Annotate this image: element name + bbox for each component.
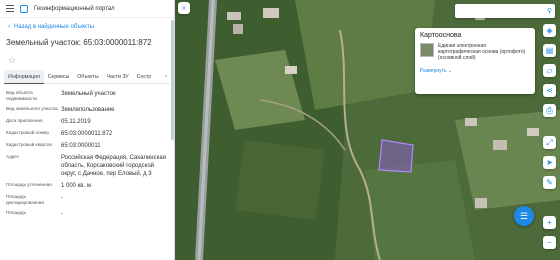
tab-info[interactable]: Информация — [4, 69, 44, 84]
favorite-star-icon[interactable]: ☆ — [0, 50, 174, 70]
back-link[interactable]: ‹ Назад в найденные объекты — [0, 18, 174, 36]
chat-button[interactable]: ☰ — [514, 206, 534, 226]
property-key: Вид земельного участка — [6, 106, 58, 111]
chevron-down-icon: ⌄ — [447, 68, 453, 74]
properties-list: Вид объекта недвижимости Земельный участо… — [0, 84, 174, 218]
zoom-in-button[interactable]: + — [543, 216, 556, 229]
tab-objects[interactable]: Объекты — [73, 70, 102, 84]
logo-icon — [20, 4, 28, 13]
property-row: Адрес Российская Федерация, Сахалинская о… — [6, 154, 168, 178]
property-value: 65:03:0000011 — [61, 143, 101, 149]
zoom-out-button[interactable]: − — [543, 236, 556, 249]
property-value: 65:03:0000011:872 — [61, 131, 113, 137]
menu-icon[interactable] — [6, 5, 14, 12]
property-row: Вид земельного участка Землепользование — [6, 106, 168, 114]
pen-icon: ✎ — [546, 178, 553, 187]
expand-link[interactable]: Развернуть ⌄ — [420, 68, 530, 74]
property-row: Кадастровый квартал 65:03:0000011 — [6, 142, 168, 150]
info-panel: Геоинформационный портал ‹ Назад в найде… — [0, 0, 175, 260]
property-key: Кадастровый квартал — [6, 142, 53, 147]
chat-icon: ☰ — [519, 210, 529, 221]
double-chevron-left-icon: « — [182, 4, 186, 12]
minus-icon: − — [547, 238, 552, 247]
layers-tool-button[interactable]: ◈ — [543, 24, 556, 37]
location-arrow-icon: ➤ — [546, 158, 553, 167]
draw-tool-button[interactable]: ✎ — [543, 176, 556, 189]
property-key: Кадастровый номер — [6, 130, 49, 135]
property-row: Площадь - — [6, 210, 168, 218]
tab-bar: Информация Сервисы Объекты Части ЗУ Сост… — [4, 69, 170, 84]
measure-tool-button[interactable]: ▱ — [543, 64, 556, 77]
top-bar: Геоинформационный портал — [0, 0, 174, 18]
property-value: - — [61, 211, 63, 217]
back-link-label: Назад в найденные объекты — [14, 24, 94, 30]
locate-button[interactable]: ➤ — [543, 156, 556, 169]
property-key: Дата присвоения — [6, 118, 43, 123]
property-value: 05.11.2019 — [61, 119, 91, 125]
expand-link-label: Развернуть — [420, 68, 447, 74]
map-search-box[interactable]: ⚲ — [455, 4, 555, 18]
search-icon: ⚲ — [546, 8, 552, 15]
panel-scrollbar[interactable] — [171, 20, 174, 140]
object-title: Земельный участок: 65:03:0000011:872 — [6, 38, 152, 47]
layer-thumbnail — [420, 43, 434, 57]
property-value: Российская Федерация, Сахалинская област… — [61, 155, 166, 177]
property-row: Вид объекта недвижимости Земельный участо… — [6, 90, 168, 102]
fullscreen-icon: ⤢ — [546, 137, 553, 147]
chevron-left-icon: ‹ — [8, 24, 10, 30]
basemap-title: Картооснова — [420, 32, 462, 39]
property-row: Дата присвоения 05.11.2019 — [6, 118, 168, 126]
ruler-icon: ▱ — [546, 66, 553, 75]
print-tool-button[interactable]: ⎙ — [543, 104, 556, 117]
property-value: Землепользование — [61, 107, 115, 113]
tab-structures[interactable]: Состр — [133, 70, 156, 84]
property-row: Площадь уточненная 1 000 кв. м — [6, 182, 168, 190]
property-value: Земельный участок — [61, 91, 116, 97]
basemap-panel: Картооснова Единая электронная картограф… — [415, 28, 535, 94]
collapse-panel-button[interactable]: « — [178, 2, 190, 14]
property-row: Площадь декларированная - — [6, 194, 168, 206]
property-key: Вид объекта недвижимости — [6, 90, 37, 101]
property-row: Кадастровый номер 65:03:0000011:872 — [6, 130, 168, 138]
layer-name: Единая электронная картографическая осно… — [438, 43, 526, 61]
tab-parts[interactable]: Части ЗУ — [103, 70, 133, 84]
info-tool-button[interactable]: ▤ — [543, 44, 556, 57]
tab-services[interactable]: Сервисы — [44, 70, 74, 84]
property-key: Площадь декларированная — [6, 194, 44, 205]
basemap-layer[interactable]: Единая электронная картографическая осно… — [420, 43, 530, 61]
property-key: Адрес — [6, 154, 20, 159]
plus-icon: + — [547, 218, 552, 227]
property-value: 1 000 кв. м — [61, 183, 91, 189]
app-title: Геоинформационный портал — [34, 5, 115, 12]
fullscreen-button[interactable]: ⤢ — [543, 136, 556, 149]
card-icon: ▤ — [545, 46, 554, 55]
print-icon: ⎙ — [546, 105, 553, 115]
share-tool-button[interactable]: ⋖ — [543, 84, 556, 97]
property-value: - — [61, 195, 63, 201]
property-key: Площадь — [6, 210, 26, 215]
property-key: Площадь уточненная — [6, 182, 52, 187]
share-icon: ⋖ — [546, 86, 553, 95]
tabs-scroll-right-icon[interactable]: › — [162, 74, 170, 80]
layers-icon: ◈ — [546, 26, 553, 35]
